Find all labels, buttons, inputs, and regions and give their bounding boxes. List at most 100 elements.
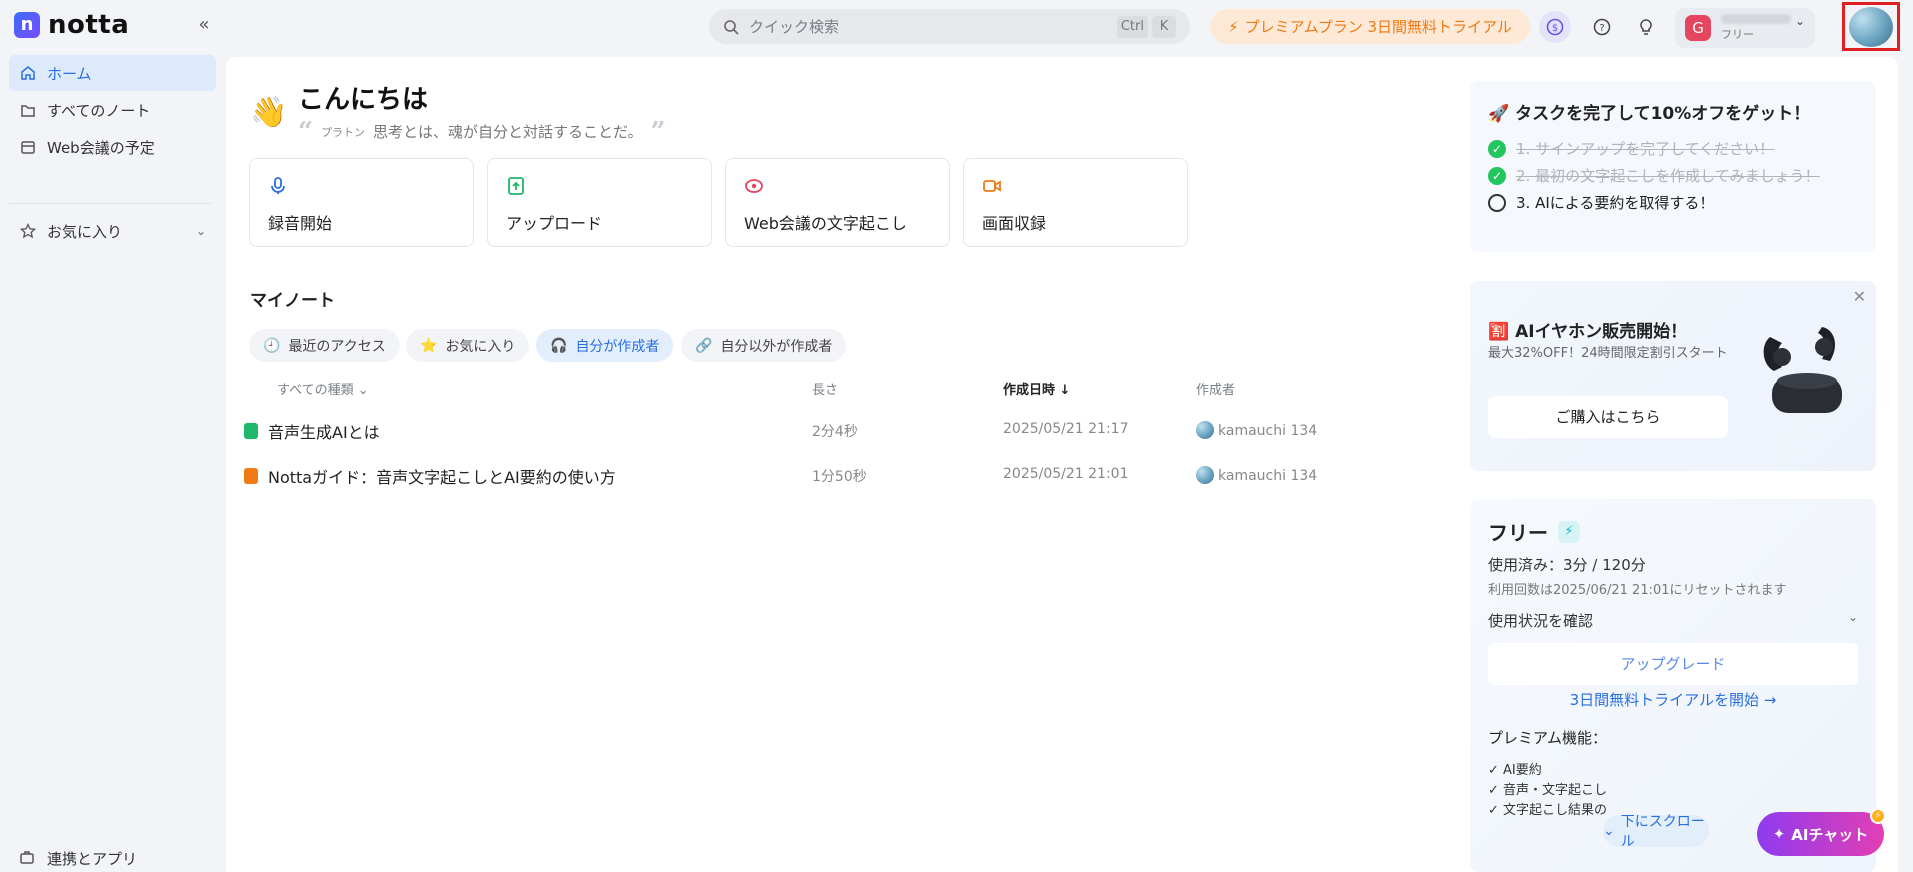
- sidebar-item-label: Web会議の予定: [47, 138, 155, 157]
- close-icon[interactable]: ✕: [1853, 287, 1866, 306]
- chevron-down-icon: ⌄: [357, 383, 369, 398]
- top-bar: n notta « Ctrl K ⚡ プレミアムプラン 3日間無料トライアル $…: [0, 0, 1913, 52]
- quick-search[interactable]: Ctrl K: [709, 9, 1190, 44]
- column-type-filter[interactable]: すべての種類 ⌄: [277, 379, 369, 398]
- filter-label: 自分が作成者: [575, 338, 660, 355]
- start-trial-link[interactable]: 3日間無料トライアルを開始 →: [1470, 689, 1876, 710]
- user-avatar-button[interactable]: [1842, 2, 1900, 51]
- column-label: すべての種類: [277, 383, 354, 398]
- lightning-icon: ⚡: [1558, 520, 1580, 543]
- sparkle-icon: ✦: [1772, 825, 1786, 843]
- sidebar-item-home[interactable]: ホーム: [9, 55, 216, 91]
- screen-record-button[interactable]: 画面収録: [963, 158, 1188, 247]
- sidebar-item-label: 連携とアプリ: [47, 849, 138, 868]
- premium-trial-button[interactable]: ⚡ プレミアムプラン 3日間無料トライアル: [1210, 9, 1530, 44]
- task-item[interactable]: ✓ 1. サインアップを完了してください！: [1488, 138, 1774, 159]
- svg-text:$: $: [1552, 23, 1558, 34]
- action-label: 画面収録: [982, 214, 1047, 233]
- check-usage-label: 使用状況を確認: [1488, 612, 1594, 630]
- avatar: [1849, 6, 1893, 47]
- web-meeting-transcribe-button[interactable]: Web会議の文字起こし: [725, 158, 950, 247]
- table-row[interactable]: Nottaガイド：音声文字起こしとAI要約の使い方 1分50秒 2025/05/…: [244, 454, 1424, 498]
- filter-label: 最近のアクセス: [288, 338, 386, 355]
- task-label: 3. AIによる要約を取得する！: [1516, 194, 1715, 212]
- action-label: アップロード: [506, 214, 603, 233]
- main-content: 👋 こんにちは “ プラトン 思考とは、魂が自分と対話することだ。 ” 録音開始…: [226, 57, 1898, 872]
- plan-name: フリー: [1488, 521, 1548, 545]
- table-row[interactable]: 音声生成AIとは 2分4秒 2025/05/21 21:17 kamauchi …: [244, 409, 1424, 453]
- sidebar-item-all-notes[interactable]: すべてのノート: [9, 92, 216, 128]
- author-name: kamauchi 134: [1218, 468, 1318, 484]
- filter-favorites[interactable]: ⭐ お気に入り: [406, 329, 530, 362]
- waving-hand-icon: 👋: [250, 95, 288, 130]
- check-usage-toggle[interactable]: 使用状況を確認 ⌄: [1488, 610, 1858, 631]
- author-name: kamauchi 134: [1218, 423, 1318, 439]
- coin-icon[interactable]: $: [1539, 11, 1571, 43]
- task-item[interactable]: ✓ 2. 最初の文字起こしを作成してみましょう！: [1488, 165, 1820, 186]
- filter-created-by-others[interactable]: 🔗 自分以外が作成者: [681, 329, 847, 362]
- column-created[interactable]: 作成日時 ↓: [1003, 379, 1070, 398]
- logo-text: notta: [48, 10, 130, 40]
- sidebar-item-integrations[interactable]: 連携とアプリ: [9, 840, 216, 872]
- note-created: 2025/05/21 21:01: [1003, 466, 1129, 482]
- task-panel: 🚀 タスクを完了して10%オフをゲット！ ✓ 1. サインアップを完了してくださ…: [1470, 81, 1876, 252]
- workspace-avatar: G: [1685, 15, 1711, 41]
- upload-icon: [508, 177, 524, 195]
- buy-button[interactable]: ご購入はこちら: [1488, 396, 1728, 438]
- audio-file-icon: [244, 423, 258, 439]
- sidebar-item-label: お気に入り: [47, 222, 123, 241]
- lightning-badge-icon: ⚡: [1870, 808, 1886, 824]
- star-icon: [19, 222, 37, 240]
- meeting-icon: [745, 179, 763, 193]
- upload-button[interactable]: アップロード: [487, 158, 712, 247]
- promo-title-text: AIイヤホン販売開始！: [1515, 322, 1688, 342]
- note-author: kamauchi 134: [1196, 421, 1317, 439]
- app-logo[interactable]: n notta: [14, 12, 129, 38]
- search-input[interactable]: [749, 17, 1113, 36]
- account-switcher[interactable]: G フリー ⌄: [1675, 8, 1815, 48]
- column-author[interactable]: 作成者: [1196, 379, 1235, 398]
- sidebar-item-favorites[interactable]: お気に入り ⌄: [9, 213, 216, 249]
- lightbulb-icon[interactable]: [1630, 11, 1662, 43]
- video-camera-icon: [983, 180, 1001, 192]
- scroll-label: 下にスクロール: [1620, 814, 1705, 850]
- feature-label: 音声・文字起こし: [1503, 783, 1608, 798]
- scroll-down-button[interactable]: ⌄ 下にスクロール: [1603, 814, 1709, 850]
- promo-panel: ✕ 🈹 AIイヤホン販売開始！ 最大32%OFF！24時間限定割引スタート ご購…: [1470, 281, 1876, 471]
- sidebar-item-label: すべてのノート: [47, 101, 151, 120]
- column-length[interactable]: 長さ: [812, 379, 838, 398]
- action-label: 録音開始: [268, 214, 333, 233]
- clock-icon: 🕘: [263, 337, 281, 354]
- task-label: 1. サインアップを完了してください！: [1516, 140, 1775, 158]
- sidebar: ホーム すべてのノート Web会議の予定 お気に入り ⌄ 連携とアプリ: [0, 52, 225, 872]
- section-title: マイノート: [250, 291, 335, 311]
- upgrade-button[interactable]: アップグレード: [1488, 643, 1858, 685]
- action-label: Web会議の文字起こし: [744, 214, 907, 233]
- sidebar-item-meetings[interactable]: Web会議の予定: [9, 129, 216, 165]
- record-button[interactable]: 録音開始: [249, 158, 474, 247]
- note-created: 2025/05/21 21:17: [1003, 421, 1129, 437]
- note-title: Nottaガイド：音声文字起こしとAI要約の使い方: [268, 468, 616, 487]
- star-icon: ⭐: [420, 337, 438, 354]
- quote-open-icon: “: [298, 116, 313, 147]
- feature-label: 文字起こし結果の: [1503, 803, 1608, 818]
- filter-recent[interactable]: 🕘 最近のアクセス: [249, 329, 400, 362]
- check-icon: ✓: [1488, 139, 1506, 158]
- avatar: [1196, 466, 1214, 484]
- double-chevron-down-icon: ⌄: [1603, 823, 1615, 839]
- task-item[interactable]: 3. AIによる要約を取得する！: [1488, 192, 1714, 213]
- ai-chat-button[interactable]: ✦ AIチャット ⚡: [1757, 808, 1886, 856]
- avatar: [1196, 421, 1214, 439]
- video-file-icon: [244, 468, 258, 484]
- folder-icon: [19, 101, 37, 119]
- plan-title: フリー ⚡: [1488, 517, 1580, 546]
- features-title: プレミアム機能：: [1488, 729, 1607, 747]
- note-author: kamauchi 134: [1196, 466, 1317, 484]
- filter-created-by-me[interactable]: 🎧 自分が作成者: [536, 329, 674, 362]
- account-plan: フリー: [1721, 28, 1754, 41]
- note-length: 1分50秒: [812, 469, 867, 485]
- help-icon[interactable]: ?: [1586, 11, 1618, 43]
- feature-item: ✓ 文字起こし結果の: [1488, 803, 1608, 818]
- ai-chat-label: AIチャット: [1791, 825, 1869, 844]
- collapse-sidebar-icon[interactable]: «: [193, 14, 215, 36]
